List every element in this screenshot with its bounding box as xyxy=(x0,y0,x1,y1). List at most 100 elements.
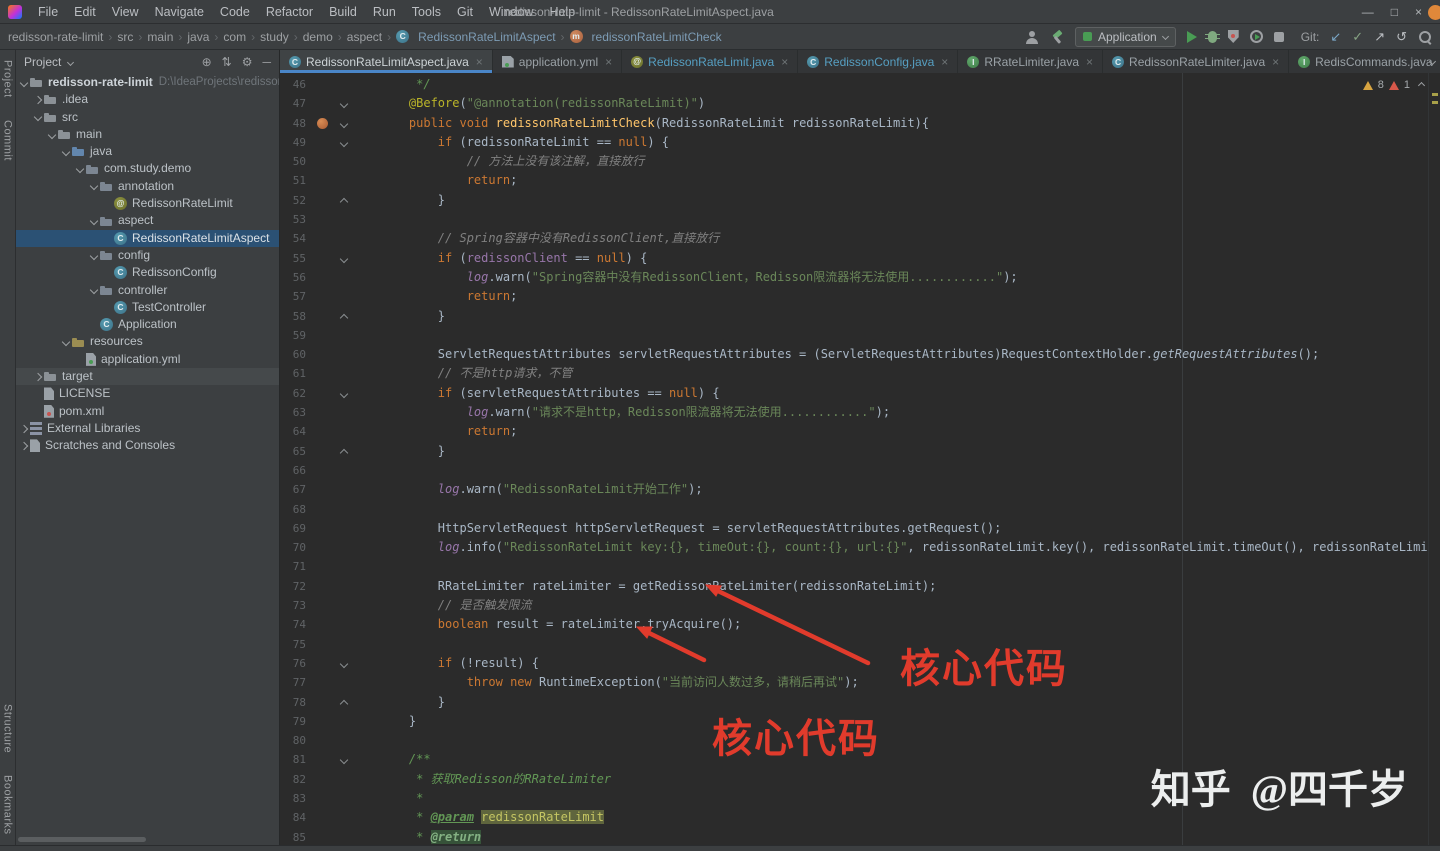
line-number[interactable]: 73 xyxy=(280,596,306,615)
tree-expand-icon[interactable] xyxy=(18,426,30,432)
menu-run[interactable]: Run xyxy=(365,0,404,24)
line-number[interactable]: 51 xyxy=(280,171,306,190)
tree-item-config[interactable]: config xyxy=(16,247,279,264)
menu-refactor[interactable]: Refactor xyxy=(258,0,321,24)
line-number[interactable]: 85 xyxy=(280,828,306,845)
code-line-71[interactable]: 71 xyxy=(280,557,1440,576)
code-line-49[interactable]: 49 if (redissonRateLimit == null) { xyxy=(280,133,1440,152)
code-editor[interactable]: 46 */47 @Before("@annotation(redissonRat… xyxy=(280,73,1440,845)
tree-item-resources[interactable]: resources xyxy=(16,333,279,350)
line-number[interactable]: 71 xyxy=(280,557,306,576)
fold-expand-icon[interactable] xyxy=(340,139,348,147)
menu-view[interactable]: View xyxy=(104,0,147,24)
line-number[interactable]: 56 xyxy=(280,268,306,287)
tree-item-src[interactable]: src xyxy=(16,109,279,126)
code-line-51[interactable]: 51 return; xyxy=(280,171,1440,190)
fold-expand-icon[interactable] xyxy=(340,660,348,668)
git-update-button[interactable]: ↙ xyxy=(1330,30,1341,44)
code-line-84[interactable]: 84 * @param redissonRateLimit xyxy=(280,808,1440,827)
code-line-60[interactable]: 60 ServletRequestAttributes servletReque… xyxy=(280,345,1440,364)
breadcrumb-main[interactable]: main xyxy=(147,30,173,44)
line-number[interactable]: 49 xyxy=(280,133,306,152)
fold-expand-icon[interactable] xyxy=(340,119,348,127)
code-line-58[interactable]: 58 } xyxy=(280,307,1440,326)
debug-button[interactable] xyxy=(1208,31,1217,43)
line-number[interactable]: 66 xyxy=(280,461,306,480)
tab-close-button[interactable]: × xyxy=(1086,56,1093,68)
tree-expand-icon[interactable] xyxy=(32,374,44,380)
tool-stripe-structure[interactable]: Structure xyxy=(2,704,14,753)
line-number[interactable]: 53 xyxy=(280,210,306,229)
breadcrumb-com[interactable]: com xyxy=(223,30,246,44)
tree-item-java[interactable]: java xyxy=(16,143,279,160)
line-number[interactable]: 60 xyxy=(280,345,306,364)
tree-expand-icon[interactable] xyxy=(60,149,72,155)
tab-close-button[interactable]: × xyxy=(781,56,788,68)
code-line-56[interactable]: 56 log.warn("Spring容器中没有RedissonClient，R… xyxy=(280,268,1440,287)
run-button[interactable] xyxy=(1187,31,1197,43)
tree-expand-icon[interactable] xyxy=(32,114,44,120)
code-line-73[interactable]: 73 // 是否触发限流 xyxy=(280,596,1440,615)
line-number[interactable]: 55 xyxy=(280,249,306,268)
notification-dot-icon[interactable] xyxy=(1428,5,1440,20)
minimize-button[interactable]: — xyxy=(1362,5,1374,19)
line-number[interactable]: 75 xyxy=(280,635,306,654)
fold-expand-icon[interactable] xyxy=(340,254,348,262)
fold-expand-icon[interactable] xyxy=(340,756,348,764)
build-project-button[interactable] xyxy=(1050,30,1064,44)
line-number[interactable]: 79 xyxy=(280,712,306,731)
line-number[interactable]: 76 xyxy=(280,654,306,673)
tree-expand-icon[interactable] xyxy=(74,166,86,172)
stop-button[interactable] xyxy=(1274,32,1284,42)
code-line-75[interactable]: 75 xyxy=(280,635,1440,654)
line-number[interactable]: 67 xyxy=(280,480,306,499)
code-line-80[interactable]: 80 xyxy=(280,731,1440,750)
profile-icon[interactable] xyxy=(1025,30,1039,44)
tree-expand-icon[interactable] xyxy=(88,183,100,189)
tree-expand-icon[interactable] xyxy=(32,97,44,103)
tab-RedissonRateLimit.java[interactable]: @RedissonRateLimit.java× xyxy=(622,50,798,73)
code-line-66[interactable]: 66 xyxy=(280,461,1440,480)
horizontal-scrollbar[interactable] xyxy=(18,837,146,842)
tree-item-target[interactable]: target xyxy=(16,368,279,385)
code-line-81[interactable]: 81 /** xyxy=(280,750,1440,769)
line-number[interactable]: 63 xyxy=(280,403,306,422)
tree-item-External Libraries[interactable]: External Libraries xyxy=(16,420,279,437)
aop-advice-icon[interactable] xyxy=(317,118,328,129)
expand-collapse-button[interactable]: ⇅ xyxy=(222,55,232,69)
line-number[interactable]: 62 xyxy=(280,384,306,403)
tab-application.yml[interactable]: application.yml× xyxy=(493,50,622,73)
tab-RedissonConfig.java[interactable]: CRedissonConfig.java× xyxy=(798,50,958,73)
coverage-button[interactable] xyxy=(1228,30,1239,43)
git-commit-button[interactable]: ✓ xyxy=(1352,30,1363,44)
tab-close-button[interactable]: × xyxy=(941,56,948,68)
code-line-85[interactable]: 85 * @return xyxy=(280,828,1440,845)
tool-stripe-bookmarks[interactable]: Bookmarks xyxy=(2,775,14,835)
tree-expand-icon[interactable] xyxy=(88,218,100,224)
line-number[interactable]: 70 xyxy=(280,538,306,557)
breadcrumb-study[interactable]: study xyxy=(260,30,289,44)
menu-tools[interactable]: Tools xyxy=(404,0,449,24)
breadcrumb-RedissonRateLimitAspect[interactable]: CRedissonRateLimitAspect xyxy=(396,30,555,44)
breadcrumb-src[interactable]: src xyxy=(117,30,133,44)
code-line-74[interactable]: 74 boolean result = rateLimiter.tryAcqui… xyxy=(280,615,1440,634)
fold-collapse-icon[interactable] xyxy=(340,198,348,206)
inspections-widget[interactable]: 8 1 xyxy=(1363,79,1424,91)
code-line-57[interactable]: 57 return; xyxy=(280,287,1440,306)
line-number[interactable]: 69 xyxy=(280,519,306,538)
search-everywhere-button[interactable] xyxy=(1418,30,1432,44)
editor-scrollbar[interactable] xyxy=(1428,73,1440,845)
hide-panel-button[interactable]: ─ xyxy=(262,55,271,69)
code-line-67[interactable]: 67 log.warn("RedissonRateLimit开始工作"); xyxy=(280,480,1440,499)
code-line-46[interactable]: 46 */ xyxy=(280,75,1440,94)
line-number[interactable]: 52 xyxy=(280,191,306,210)
tab-RedisCommands.java[interactable]: IRedisCommands.java× xyxy=(1289,50,1440,73)
tree-item-RedissonRateLimitAspect[interactable]: CRedissonRateLimitAspect xyxy=(16,230,279,247)
code-line-83[interactable]: 83 * xyxy=(280,789,1440,808)
tree-item-main[interactable]: main xyxy=(16,126,279,143)
code-line-55[interactable]: 55 if (redissonClient == null) { xyxy=(280,249,1440,268)
line-number[interactable]: 77 xyxy=(280,673,306,692)
code-line-52[interactable]: 52 } xyxy=(280,191,1440,210)
code-line-54[interactable]: 54 // Spring容器中没有RedissonClient,直接放行 xyxy=(280,229,1440,248)
code-line-65[interactable]: 65 } xyxy=(280,442,1440,461)
